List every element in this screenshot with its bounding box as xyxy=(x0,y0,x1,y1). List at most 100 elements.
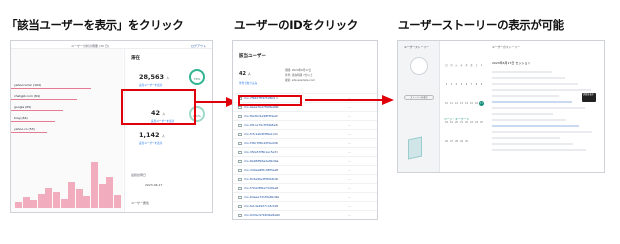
stat1-value: 28,563 人 xyxy=(139,73,170,81)
story-main: ユーザーのストーリー 2023年6月17日 セッション 詳細を表示 xyxy=(488,41,604,172)
story-entry[interactable] xyxy=(492,149,586,151)
stat1-show-users-link[interactable]: 該当ユーザーを表示 xyxy=(139,83,162,87)
histogram-bar xyxy=(68,182,76,208)
copy-icon[interactable]: ⧉ xyxy=(276,150,278,154)
row-checkbox[interactable] xyxy=(238,195,242,199)
story-entry[interactable] xyxy=(492,125,579,127)
story-entry[interactable] xyxy=(492,143,573,145)
stats-title: 滞在 xyxy=(131,56,140,61)
user-id-link[interactable]: mo-6deee7d1f0a8bd2e xyxy=(244,195,279,199)
detail-tooltip[interactable]: 詳細を表示 xyxy=(582,93,596,102)
story-entry[interactable] xyxy=(492,83,578,85)
story-entry[interactable] xyxy=(492,77,565,79)
story-entry[interactable] xyxy=(492,119,566,121)
histogram-bar xyxy=(91,162,98,208)
referrer-bar xyxy=(11,110,63,111)
row-checkbox[interactable] xyxy=(238,132,242,136)
story-entry[interactable] xyxy=(492,101,572,103)
calendar-day[interactable]: 25 xyxy=(479,120,484,125)
histogram-bar xyxy=(45,188,53,208)
copy-icon[interactable]: ⧉ xyxy=(276,168,278,172)
row-checkbox[interactable] xyxy=(238,204,242,208)
story-entry[interactable] xyxy=(492,107,585,109)
user-id-link[interactable]: mo-f1fc1ab9f3f6e1c0 xyxy=(244,132,276,136)
copy-icon[interactable]: ⧉ xyxy=(276,132,278,136)
table-row: mo-6deee7d1f0a8bd2e ⧉ — xyxy=(233,192,377,201)
story-entry[interactable] xyxy=(492,95,559,97)
filter-link[interactable]: 条件で絞り込み xyxy=(239,81,257,85)
table-row: mo-f70dc8f6a7dd4be3 ⧉ — xyxy=(233,183,377,192)
copy-icon[interactable]: ⧉ xyxy=(276,159,278,163)
referrer-bar xyxy=(11,132,47,133)
copy-icon[interactable]: ⧉ xyxy=(276,114,278,118)
user-id-link[interactable]: mo-8e96ff96a2e8bd1e xyxy=(244,159,278,163)
stats-column: 滞在 28,563 人 該当ユーザーを表示 76% 42 人 該当ユーザーを表示… xyxy=(124,49,212,212)
table-row: mo-3d4ae8f6c98f3ee5 ⧉ — xyxy=(233,165,377,174)
row-placeholder: — xyxy=(348,159,351,163)
copy-icon[interactable]: ⧉ xyxy=(276,195,278,199)
date-field[interactable]: 2023-06-17 xyxy=(145,183,162,187)
calendar: 日月火水木金土 12 3 4 5 6 7 8 910 11 12 13 14 15 16 1718 19 20 21… xyxy=(444,51,484,146)
header-text: ユーザー分析の概要 (30 日) xyxy=(71,43,110,48)
meta-condition: 条件: 滞在時間 7分以上 xyxy=(285,74,313,77)
story-entry[interactable] xyxy=(492,137,560,139)
table-row: mo-8e96ff96a2e8bd1e ⧉ — xyxy=(233,156,377,165)
row-checkbox[interactable] xyxy=(238,150,242,154)
story-entry[interactable] xyxy=(492,113,553,115)
histogram-bar xyxy=(15,202,22,208)
row-checkbox[interactable] xyxy=(238,114,242,118)
copy-icon[interactable]: ⧉ xyxy=(276,204,278,208)
histogram-bar xyxy=(60,199,68,208)
user-id-link[interactable]: mo-f38c7f6b4df3e4d1 xyxy=(244,141,278,145)
avatar xyxy=(410,57,428,75)
row-checkbox[interactable] xyxy=(238,168,242,172)
copy-icon[interactable]: ⧉ xyxy=(276,123,278,127)
row-checkbox[interactable] xyxy=(238,177,242,181)
keyword-tag[interactable]: ページ・キーワード xyxy=(444,117,469,121)
user-id-link[interactable]: mo-3f2a57f8b1ec5a7 xyxy=(244,150,276,154)
row-placeholder: — xyxy=(348,141,351,145)
user-id-link[interactable]: mo-0f1ca79cf4fdb8a3 xyxy=(244,123,277,127)
table-row: mo-fe1de29d7ca5cfa3 ⧉ — xyxy=(233,201,377,210)
calendar-day[interactable]: 30 xyxy=(464,139,469,144)
story-entry[interactable] xyxy=(492,131,592,133)
user-list-title: 該当ユーザー xyxy=(239,54,266,59)
row-placeholder: — xyxy=(348,132,351,136)
row-checkbox[interactable] xyxy=(238,123,242,127)
user-id-link[interactable]: mo-f6ef4d1a98f3f4e2 xyxy=(244,114,277,118)
user-analysis-screenshot: ユーザー分析の概要 (30 日) ログアウト yahoocomic (104) c… xyxy=(10,40,213,213)
copy-icon[interactable]: ⧉ xyxy=(276,177,278,181)
step2-caption: ユーザーのIDをクリック xyxy=(234,18,358,32)
copy-icon[interactable]: ⧉ xyxy=(276,186,278,190)
show-story-button[interactable]: ストーリーを表示 xyxy=(404,95,434,100)
user-id-link[interactable]: mo-8c6a9fe4f9f0b6d2 xyxy=(244,177,277,181)
calendar-day[interactable]: 1 xyxy=(479,63,484,68)
row-placeholder: — xyxy=(348,177,351,181)
user-id-link[interactable]: mo-f70dc8f6a7dd4be3 xyxy=(244,186,278,190)
row-placeholder: — xyxy=(348,186,351,190)
story-entry[interactable] xyxy=(492,71,552,73)
calendar-day[interactable]: 17 xyxy=(479,101,484,106)
row-checkbox[interactable] xyxy=(238,186,242,190)
table-row: mo-8c6a9fe4f9f0b6d2 ⧉ — xyxy=(233,174,377,183)
user-id-link[interactable]: mo-3d4ae8f6c98f3ee5 xyxy=(244,168,278,172)
story-entry[interactable] xyxy=(492,89,591,91)
logout-link[interactable]: ログアウト xyxy=(191,44,206,48)
user-id-list: mo-7f6b7f3f1f7e8b9 ⧉ — mo-9eaa7bd7f99fe9b0 ⧉… xyxy=(233,93,377,219)
timeline-title: 2023年6月17日 セッション xyxy=(492,61,531,65)
copy-icon[interactable]: ⧉ xyxy=(276,213,278,217)
row-checkbox[interactable] xyxy=(238,159,242,163)
calendar-day[interactable]: 9 xyxy=(479,82,484,87)
referrer-label: yahoo.co (53) xyxy=(14,127,35,131)
user-id-link[interactable]: mo-fe1de29d7ca5cfa3 xyxy=(244,204,278,208)
story-sidebar-header: ユーザーストーリー xyxy=(404,45,429,49)
stat3-show-users-link[interactable]: 該当ユーザーを表示 xyxy=(139,141,162,145)
histogram-bar xyxy=(83,196,91,208)
row-checkbox[interactable] xyxy=(238,105,242,109)
row-checkbox[interactable] xyxy=(238,141,242,145)
user-id-link[interactable]: mo-9d3ac97b8d4e8ad0 xyxy=(244,213,280,217)
row-checkbox[interactable] xyxy=(238,213,242,217)
table-row: mo-f6ef4d1a98f3f4e2 ⧉ — xyxy=(233,111,377,120)
copy-icon[interactable]: ⧉ xyxy=(276,141,278,145)
story-main-header: ユーザーのストーリー xyxy=(492,45,520,49)
